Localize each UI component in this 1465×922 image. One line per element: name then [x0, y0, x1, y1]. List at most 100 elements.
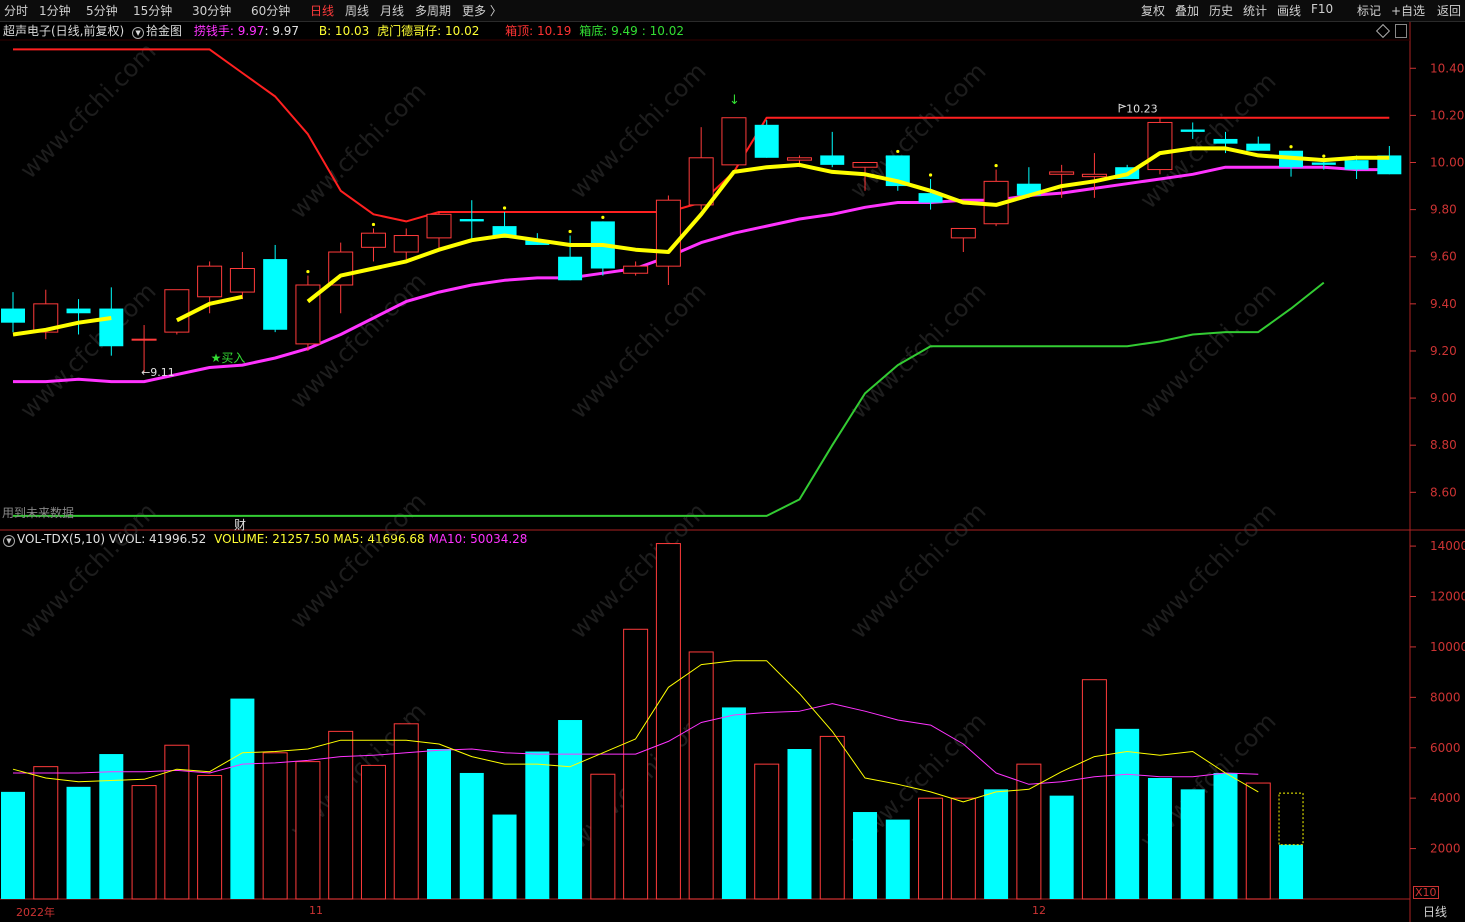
indicator-name: 拾金图	[146, 24, 183, 38]
period-tab-3[interactable]: 15分钟	[133, 2, 172, 19]
volume-bar	[1016, 763, 1042, 900]
indicator-dropdown[interactable]: ▼ 拾金图	[132, 24, 190, 39]
price-tick-label: 9.60	[1430, 250, 1457, 264]
toolbar-button-3[interactable]: 统计	[1243, 2, 1267, 19]
flag-icon	[1118, 103, 1127, 113]
volume-bar	[295, 761, 321, 900]
candle-body	[1, 308, 25, 323]
period-tab-6[interactable]: 日线	[310, 2, 334, 19]
signal-dot	[306, 269, 310, 274]
volume-bar	[688, 651, 714, 900]
candle-body	[558, 256, 583, 281]
ma10-line	[13, 703, 1259, 785]
volume-bar	[492, 814, 517, 899]
candle-body	[99, 308, 124, 347]
toolbar-button-7[interactable]: +自选	[1391, 2, 1425, 19]
candle-body	[852, 162, 878, 168]
watermark-text: www.cfchi.com	[14, 277, 161, 424]
candle-body	[754, 124, 779, 158]
toolbar-button-2[interactable]: 历史	[1209, 2, 1233, 19]
price-tick-label: 9.20	[1430, 344, 1457, 358]
period-tab-4[interactable]: 30分钟	[192, 2, 231, 19]
volume-bar	[918, 797, 944, 900]
period-tab-1[interactable]: 1分钟	[39, 2, 71, 19]
vol-tick-label: 2000	[1430, 842, 1461, 856]
xiangding-label: 箱顶: 10.19	[505, 24, 572, 38]
period-tab-10[interactable]: 更多 〉	[462, 2, 502, 19]
toolbar-button-4[interactable]: 画线	[1277, 2, 1301, 19]
signal-dot	[896, 149, 900, 154]
candle-body	[360, 232, 386, 248]
signal-dot	[568, 229, 572, 234]
volume-bar	[459, 772, 484, 899]
price-tick-label: 9.80	[1430, 203, 1457, 217]
toolbar-button-6[interactable]: 标记	[1357, 2, 1381, 19]
volume-forecast-box	[1278, 792, 1304, 846]
diamond-icon[interactable]	[1375, 23, 1391, 39]
candle-body	[655, 199, 681, 267]
candle-body	[1180, 129, 1205, 132]
watermark-text: www.cfchi.com	[844, 497, 991, 644]
volume-bar	[1279, 844, 1304, 899]
volume-bar	[230, 698, 255, 899]
signal-dot	[928, 173, 933, 177]
month-12-label: 12	[1032, 904, 1046, 917]
ma5-value: MA5: 41696.68	[333, 532, 425, 546]
candle-body	[590, 221, 615, 269]
price-tick-label: 8.80	[1430, 438, 1457, 452]
toolbar-button-0[interactable]: 复权	[1141, 2, 1165, 19]
laoqian-value: : 9.97	[264, 24, 300, 38]
cai-marker[interactable]: 财	[234, 516, 246, 533]
chevron-down-icon[interactable]: ▼	[3, 535, 15, 547]
candle-body	[1115, 167, 1140, 179]
candle-body	[328, 251, 354, 286]
kline-chart[interactable]: www.cfchi.com www.cfchi.com www.cfchi.com w…	[0, 0, 1465, 922]
candle-body	[66, 308, 91, 314]
humen-label: 虎门德哥仔: 10.02	[377, 24, 480, 38]
candle-body	[1246, 143, 1271, 151]
period-tab-2[interactable]: 5分钟	[86, 2, 118, 19]
period-tab-8[interactable]: 月线	[380, 2, 404, 19]
volume-bar	[66, 786, 91, 899]
volume-bar	[950, 797, 976, 900]
volume-bar	[590, 773, 616, 900]
volume-bar	[393, 723, 419, 900]
volume-bar	[1213, 772, 1238, 899]
candle-body	[229, 268, 255, 293]
vol-indicator-name[interactable]: VOL-TDX(5,10)	[17, 532, 105, 546]
volume-bar	[1245, 782, 1271, 900]
volume-bar	[655, 543, 681, 900]
volume-bar	[99, 754, 124, 899]
toolbar: 分时 1分钟 5分钟 15分钟 30分钟 60分钟 日线 周线 月线 多周期 更多 〉 复权 叠加 历史…	[0, 0, 1465, 22]
volume-bar	[754, 763, 780, 900]
scroll-handle[interactable]	[1395, 24, 1407, 38]
volume-indicator-header: ▼ VOL-TDX(5,10) VVOL: 41996.52 VOLUME: 21…	[0, 532, 527, 550]
b-label: B: 10.03	[318, 24, 370, 38]
period-tab-7[interactable]: 周线	[345, 2, 369, 19]
candle-body	[131, 338, 157, 341]
xiangdi-value: : 10.02	[641, 24, 685, 38]
watermark-text: www.cfchi.com	[284, 267, 431, 414]
period-tab-0[interactable]: 分时	[4, 2, 28, 19]
volume-bar	[1147, 778, 1172, 899]
toolbar-button-1[interactable]: 叠加	[1175, 2, 1199, 19]
chevron-down-icon: ▼	[132, 27, 145, 39]
watermark-text: www.cfchi.com	[1134, 497, 1281, 644]
period-tab-9[interactable]: 多周期	[415, 2, 451, 19]
candle-body	[1049, 171, 1075, 175]
candle-body	[525, 240, 550, 245]
signal-dot	[994, 163, 998, 168]
watermark-text: www.cfchi.com	[1134, 277, 1281, 424]
price-tick-label: 10.40	[1430, 61, 1464, 75]
laoqian-label: 捞钱手: 9.97	[193, 24, 265, 38]
year-label: 2022年	[16, 906, 55, 919]
period-tab-5[interactable]: 60分钟	[251, 2, 290, 19]
b-line	[13, 165, 1390, 384]
toolbar-button-5[interactable]: F10	[1311, 2, 1333, 16]
vol-tick-label: 4000	[1430, 791, 1461, 805]
candle-body	[1213, 138, 1238, 144]
down-arrow-icon: ↓	[729, 93, 740, 108]
toolbar-button-8[interactable]: 返回	[1437, 2, 1461, 19]
watermark-text: www.cfchi.com	[284, 697, 431, 844]
laoqian-line	[12, 316, 112, 337]
